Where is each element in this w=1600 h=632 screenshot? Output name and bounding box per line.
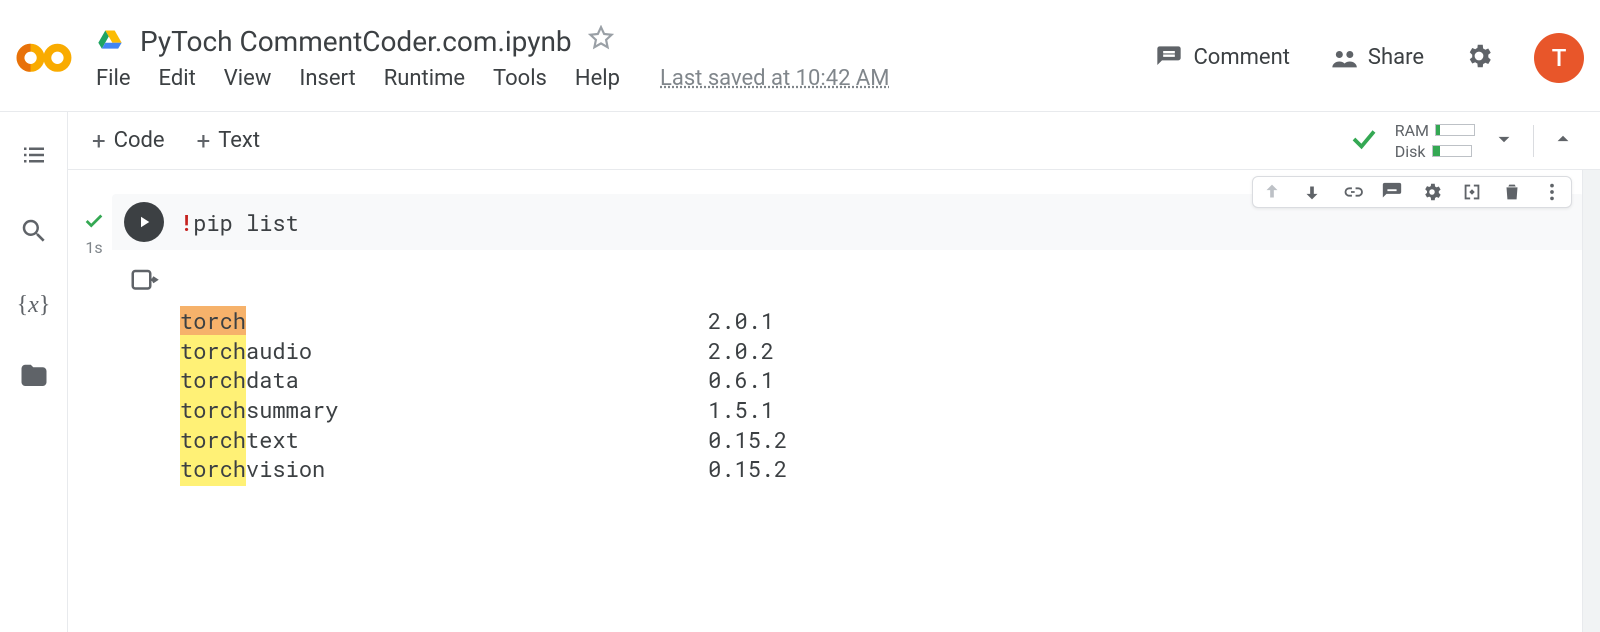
toc-icon[interactable] [19,140,49,174]
cell-toolbar [1252,176,1572,208]
files-icon[interactable] [19,361,49,395]
avatar[interactable]: T [1534,33,1584,83]
notebook-area: 1s !pip list [68,170,1600,632]
star-icon[interactable] [588,25,614,58]
share-button[interactable]: Share [1330,44,1424,72]
comment-button[interactable]: Comment [1155,44,1289,72]
resource-indicator[interactable]: RAM Disk [1395,121,1475,161]
comment-label: Comment [1193,45,1289,70]
insert-toolbar: +Code +Text RAM Disk [68,112,1600,170]
collapse-icon[interactable] [1550,126,1576,156]
colab-logo [16,30,72,86]
notebook-title[interactable]: PyToch CommentCoder.com.ipynb [140,25,572,58]
menu-bar: File Edit View Insert Runtime Tools Help… [96,66,1155,91]
cell-exec-time: 1s [76,238,112,257]
code-editor[interactable]: !pip list [180,208,1572,237]
add-code-button[interactable]: +Code [92,127,165,155]
mirror-icon[interactable] [1461,181,1483,203]
link-icon[interactable] [1341,181,1363,203]
delete-icon[interactable] [1501,181,1523,203]
settings-icon[interactable] [1464,41,1494,75]
cell-executed-check-icon [76,210,112,236]
output-toggle-icon[interactable] [124,266,164,484]
left-sidebar: {x} [0,112,68,632]
menu-tools[interactable]: Tools [493,66,547,91]
output-content[interactable]: torch 2.0.1 torchaudio 2.0.2 torchdata 0… [180,266,787,484]
move-down-icon[interactable] [1301,181,1323,203]
last-saved-text[interactable]: Last saved at 10:42 AM [660,66,889,91]
menu-insert[interactable]: Insert [299,66,355,91]
add-text-button[interactable]: +Text [197,127,260,155]
variables-icon[interactable]: {x} [17,292,51,319]
run-cell-button[interactable] [124,202,164,242]
share-label: Share [1368,45,1424,70]
scrollbar[interactable] [1582,170,1600,632]
disk-meter [1432,145,1472,157]
comment-icon[interactable] [1381,181,1403,203]
code-cell[interactable]: !pip list torch 2.0.1 torchaudio 2.0.2 t… [112,194,1584,492]
runtime-dropdown-icon[interactable] [1491,126,1517,156]
menu-runtime[interactable]: Runtime [384,66,465,91]
connected-check-icon [1349,124,1379,158]
cell-settings-icon[interactable] [1421,181,1443,203]
output-area: torch 2.0.1 torchaudio 2.0.2 torchdata 0… [112,250,1584,492]
menu-edit[interactable]: Edit [159,66,196,91]
menu-help[interactable]: Help [575,66,620,91]
more-icon[interactable] [1541,181,1563,203]
cell-status: 1s [76,194,112,492]
separator [1533,125,1534,157]
drive-icon [96,27,124,55]
ram-meter [1435,124,1475,136]
move-up-icon[interactable] [1261,181,1283,203]
menu-file[interactable]: File [96,66,131,91]
menu-view[interactable]: View [224,66,272,91]
header-bar: PyToch CommentCoder.com.ipynb File Edit … [0,0,1600,112]
search-icon[interactable] [19,216,49,250]
